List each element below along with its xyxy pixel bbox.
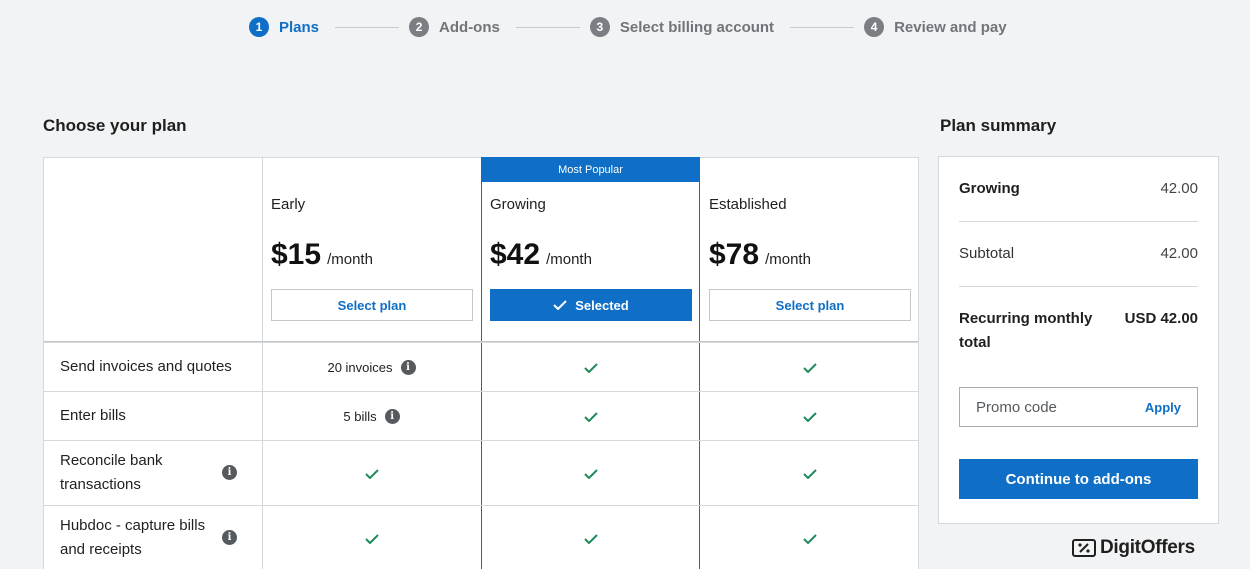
subtotal-amount: 42.00 [1160,245,1198,262]
feature-label: Reconcile bank transactions [60,452,163,493]
price-amount: $78 [709,238,760,271]
plan-card-early: Early $15 /month Select plan [262,158,481,341]
plan-name: Established [709,196,787,213]
step-label: Plans [279,18,320,36]
check-icon [583,468,598,479]
step-add-ons[interactable]: 2 Add-ons [409,17,500,37]
feature-value-established [700,506,919,569]
step-label: Add-ons [439,18,500,36]
info-icon[interactable]: i [400,360,416,375]
step-plans[interactable]: 1 Plans [249,17,319,37]
select-plan-early-button[interactable]: Select plan [271,289,473,321]
summary-divider [959,221,1198,222]
feature-row: Enter bills 5 bills i [44,391,918,440]
check-icon [802,468,817,479]
plan-price: $15 /month [271,238,373,272]
apply-promo-button[interactable]: Apply [1145,400,1181,415]
feature-row: Reconcile bank transactions i [44,440,918,505]
feature-value-growing [481,392,700,441]
select-plan-established-button[interactable]: Select plan [709,289,911,321]
price-amount: $42 [490,238,541,271]
step-select-billing-account[interactable]: 3 Select billing account [589,17,775,37]
price-period: /month [546,251,592,268]
plan-price: $42 /month [490,238,592,272]
feature-limit: 5 bills [343,409,377,424]
feature-label: Enter bills [60,407,126,424]
plans-comparison-table: Most Popular Early $15 /month Select pla… [43,157,919,569]
plan-name: Growing [490,196,546,213]
price-period: /month [765,251,811,268]
brand-logo: DigitOffers [1072,537,1195,559]
summary-subtotal-row: Subtotal 42.00 [959,245,1198,262]
promo-code-input[interactable] [976,398,1116,416]
info-icon[interactable]: i [222,530,237,545]
feature-value-established [700,343,919,392]
check-icon [553,300,567,310]
feature-label: Send invoices and quotes [60,358,232,375]
check-icon [364,533,379,544]
choose-plan-heading: Choose your plan [43,116,187,135]
step-connector [790,26,855,28]
feature-value-early: 20 invoices i [262,343,481,392]
step-number: 4 [864,17,885,37]
step-label: Select billing account [619,18,775,36]
feature-value-established [700,392,919,441]
step-number: 2 [409,17,430,37]
summary-plan-amount: 42.00 [1160,180,1198,197]
summary-plan-row: Growing 42.00 [959,180,1198,197]
feature-row: Send invoices and quotes 20 invoices i [44,342,918,391]
feature-label: Hubdoc - capture bills and receipts [60,517,206,558]
info-icon[interactable]: i [222,465,237,480]
step-review-and-pay[interactable]: 4 Review and pay [864,17,1007,37]
check-icon [802,362,817,373]
total-amount: USD 42.00 [1124,310,1198,327]
step-number: 1 [249,17,269,37]
selected-plan-growing-button[interactable]: Selected [490,289,692,321]
feature-value-early: 5 bills i [262,392,481,441]
plan-card-established: Established $78 /month Select plan [700,158,919,341]
feature-value-early [262,506,481,569]
check-icon [583,362,598,373]
step-connector [335,26,400,28]
feature-value-growing [481,441,700,506]
summary-divider [959,286,1198,287]
plan-name: Early [271,196,306,213]
plan-card-growing: Growing $42 /month Selected [481,158,700,341]
feature-value-growing [481,343,700,392]
price-period: /month [327,251,373,268]
step-number: 3 [589,17,610,37]
plan-summary-heading: Plan summary [940,116,1057,135]
feature-value-growing [481,506,700,569]
subtotal-label: Subtotal [959,245,1015,262]
feature-value-established [700,441,919,506]
check-icon [583,411,598,422]
check-icon [364,468,379,479]
button-label: Selected [575,297,629,313]
summary-total-row: Recurring monthly total USD 42.00 [959,310,1198,355]
feature-value-early [262,441,481,506]
checkout-stepper: 1 Plans 2 Add-ons 3 Select billing accou… [249,16,1007,38]
check-icon [583,533,598,544]
info-icon[interactable]: i [384,409,400,424]
step-label: Review and pay [894,18,1007,36]
summary-plan-name: Growing [959,180,1020,197]
continue-to-add-ons-button[interactable]: Continue to add-ons [959,459,1198,499]
plan-price: $78 /month [709,238,811,272]
step-connector [515,26,580,28]
discount-tag-icon [1072,539,1096,557]
promo-code-field: Apply [959,387,1198,427]
check-icon [802,411,817,422]
brand-name: DigitOffers [1100,537,1195,558]
plan-summary-card: Growing 42.00 Subtotal 42.00 Recurring m… [938,156,1219,524]
total-label: Recurring monthly total [959,310,1093,351]
feature-limit: 20 invoices [327,360,393,375]
feature-row: Hubdoc - capture bills and receipts i [44,505,918,569]
check-icon [802,533,817,544]
price-amount: $15 [271,238,322,271]
